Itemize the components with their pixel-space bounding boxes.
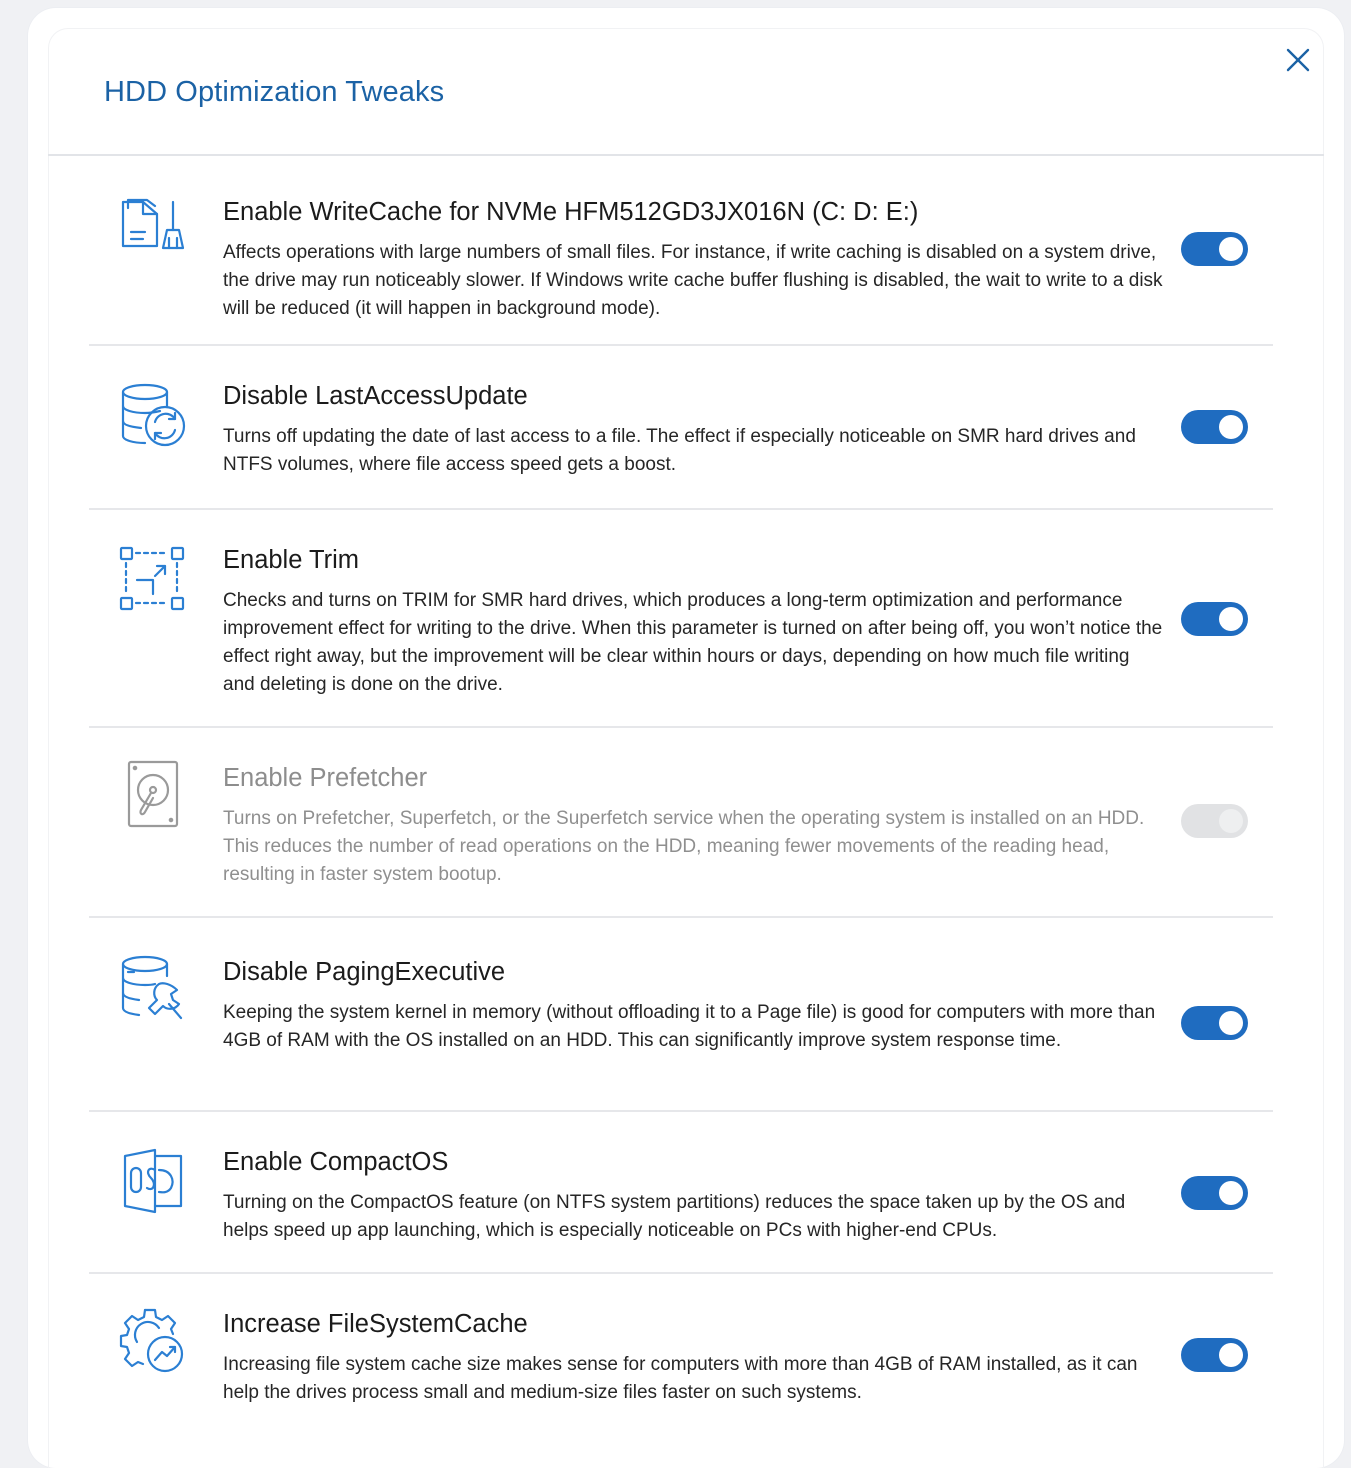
tweak-item-pagingexecutive: Disable PagingExecutive Keeping the syst… [89,918,1273,1112]
toggle-knob [1219,607,1243,631]
tweak-item-lastaccessupdate: Disable LastAccessUpdate Turns off updat… [89,346,1273,510]
compactos-toggle[interactable] [1181,1176,1248,1210]
tweak-description: Keeping the system kernel in memory (wit… [223,1002,1156,1051]
tweak-title: Enable Trim [223,546,360,574]
tweak-item-filesystemcache: Increase FileSystemCache Increasing file… [89,1274,1273,1436]
hard-drive-icon [119,760,189,830]
tweak-description: Turns on Prefetcher, Superfetch, or the … [223,808,1145,885]
tweak-description: Turning on the CompactOS feature (on NTF… [223,1192,1126,1241]
toggle-knob [1219,1181,1243,1205]
tweak-description: Increasing file system cache size makes … [223,1354,1138,1403]
toggle-knob [1219,809,1243,833]
tweak-title: Disable LastAccessUpdate [223,382,528,410]
close-icon [1286,48,1310,72]
prefetcher-toggle[interactable] [1181,804,1248,838]
tweak-title: Enable WriteCache for NVMe HFM512GD3JX01… [223,198,919,226]
toggle-knob [1219,415,1243,439]
close-button[interactable] [1284,46,1312,74]
database-wrench-icon [119,954,189,1024]
tweak-title: Enable CompactOS [223,1148,449,1176]
writecache-toggle[interactable] [1181,232,1248,266]
toggle-knob [1219,1011,1243,1035]
gear-speed-icon [119,1306,189,1376]
hdd-optimization-dialog: HDD Optimization Tweaks Enable WriteCach… [28,8,1344,1468]
filesystemcache-toggle[interactable] [1181,1338,1248,1372]
tweak-item-trim: Enable Trim Checks and turns on TRIM for… [89,510,1273,728]
compact-os-icon [119,1146,189,1216]
lastaccessupdate-toggle[interactable] [1181,410,1248,444]
trim-selection-icon [119,544,189,614]
tweaks-list: Enable WriteCache for NVMe HFM512GD3JX01… [89,156,1273,1436]
file-broom-icon [119,192,189,262]
dialog-title: HDD Optimization Tweaks [104,76,445,108]
tweak-description: Checks and turns on TRIM for SMR hard dr… [223,590,1163,695]
toggle-knob [1219,237,1243,261]
tweak-description: Turns off updating the date of last acce… [223,426,1136,475]
pagingexecutive-toggle[interactable] [1181,1006,1248,1040]
tweak-title: Disable PagingExecutive [223,958,506,986]
database-refresh-icon [119,382,189,452]
tweak-item-prefetcher: Enable Prefetcher Turns on Prefetcher, S… [89,728,1273,918]
tweak-description: Affects operations with large numbers of… [223,242,1163,319]
tweak-item-compactos: Enable CompactOS Turning on the CompactO… [89,1112,1273,1274]
tweak-title: Increase FileSystemCache [223,1310,528,1338]
tweak-title: Enable Prefetcher [223,764,428,792]
toggle-knob [1219,1343,1243,1367]
trim-toggle[interactable] [1181,602,1248,636]
tweak-item-writecache: Enable WriteCache for NVMe HFM512GD3JX01… [89,156,1273,346]
